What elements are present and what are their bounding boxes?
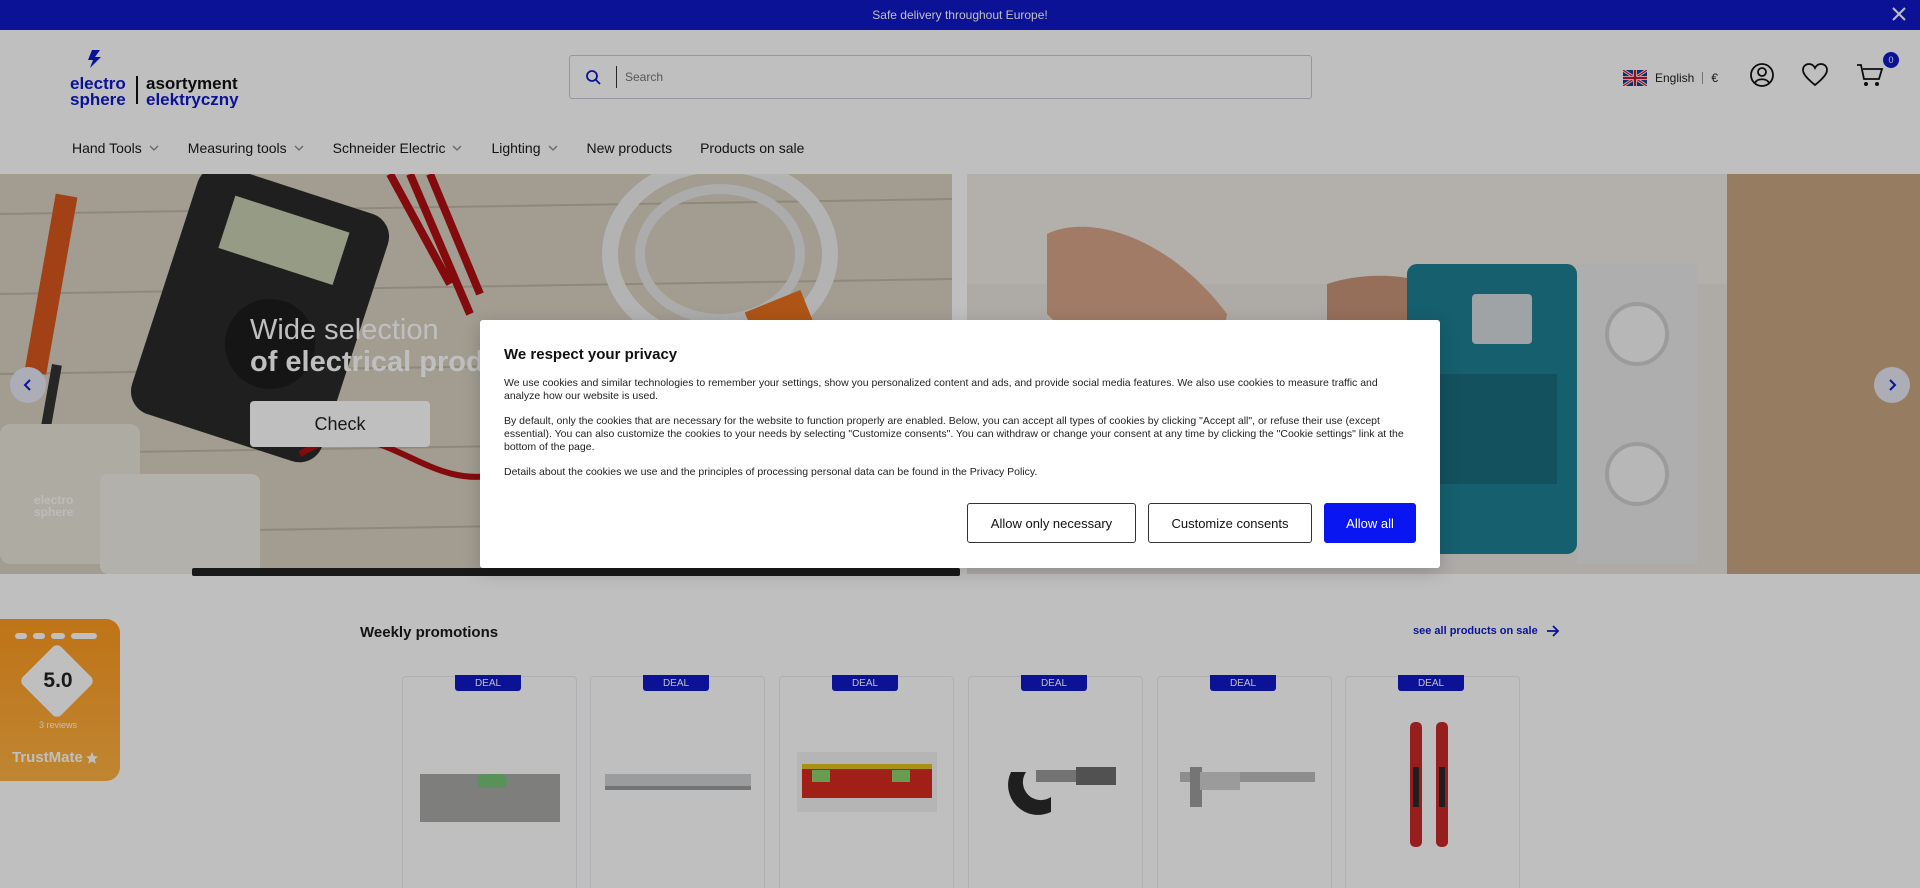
cookie-consent-dialog: We respect your privacy We use cookies a… [480,320,1440,568]
cookie-dialog-title: We respect your privacy [504,346,678,363]
customize-consents-button[interactable]: Customize consents [1148,503,1312,543]
cookie-dialog-paragraph-2: By default, only the cookies that are ne… [504,415,1404,453]
cookie-dialog-paragraph-3: Details about the cookies we use and the… [504,466,1038,478]
allow-all-button[interactable]: Allow all [1324,503,1416,543]
cookie-dialog-paragraph-1: We use cookies and similar technologies … [504,377,1378,402]
allow-only-necessary-button[interactable]: Allow only necessary [967,503,1136,543]
